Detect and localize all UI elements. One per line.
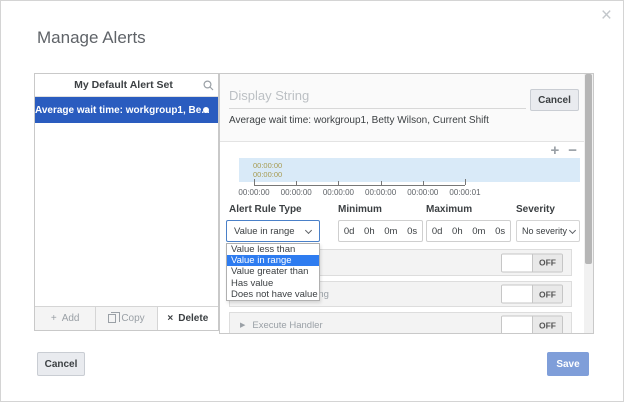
menu-option[interactable]: Has value: [227, 278, 319, 289]
tick-label: 00:00:00: [238, 188, 269, 197]
ruler-tick: [338, 181, 339, 185]
close-icon[interactable]: ×: [601, 6, 612, 25]
zoom-in-icon[interactable]: +: [550, 143, 559, 158]
toggle-switch[interactable]: OFF: [501, 316, 563, 335]
rule-type-label: Alert Rule Type: [229, 204, 302, 215]
min-minutes-field[interactable]: 0m: [384, 226, 397, 237]
toggle-knob: [502, 286, 533, 303]
menu-option[interactable]: Value less than: [227, 244, 319, 255]
delete-button[interactable]: × Delete: [158, 307, 218, 330]
toggle-state-label: OFF: [533, 254, 562, 271]
copy-icon: [108, 314, 116, 323]
input-underline: [229, 108, 526, 109]
action-row-label: Execute Handler: [252, 320, 322, 331]
save-button[interactable]: Save: [547, 352, 589, 376]
alert-list-item-label: Average wait time: workgroup1, Be...: [35, 105, 218, 116]
alert-set-title: My Default Alert Set: [35, 79, 198, 91]
toggle-state-label: OFF: [533, 317, 562, 334]
max-hours-field[interactable]: 0h: [452, 226, 463, 237]
maximum-label: Maximum: [426, 204, 472, 215]
alert-set-panel: My Default Alert Set Average wait time: …: [34, 73, 219, 331]
min-hours-field[interactable]: 0h: [364, 226, 375, 237]
chevron-down-icon: [305, 226, 312, 233]
copy-button[interactable]: Copy: [96, 307, 157, 330]
max-minutes-field[interactable]: 0m: [472, 226, 485, 237]
plus-icon: +: [51, 313, 57, 324]
x-icon: ×: [167, 313, 173, 324]
toggle-switch[interactable]: OFF: [501, 253, 563, 272]
search-icon[interactable]: [198, 80, 218, 91]
tick-label: 00:00:00: [407, 188, 438, 197]
add-button[interactable]: + Add: [35, 307, 96, 330]
timeline-tick-labels: 00:00:00 00:00:00 00:00:00 00:00:00 00:0…: [254, 188, 465, 198]
ruler-tick: [296, 181, 297, 185]
min-days-field[interactable]: 0d: [344, 226, 355, 237]
scrollbar-track[interactable]: [584, 74, 593, 333]
copy-button-label: Copy: [121, 313, 144, 324]
range-start-value: 00:00:00: [253, 161, 580, 170]
delete-button-label: Delete: [178, 313, 208, 324]
disclosure-triangle-icon[interactable]: ▶: [240, 321, 245, 329]
dialog-title: Manage Alerts: [37, 28, 146, 48]
min-seconds-field[interactable]: 0s: [407, 226, 417, 237]
display-string-header: Display String Cancel Average wait time:…: [220, 74, 584, 142]
cancel-button[interactable]: Cancel: [37, 352, 85, 376]
chevron-down-icon: [569, 226, 576, 233]
max-seconds-field[interactable]: 0s: [495, 226, 505, 237]
toggle-state-label: OFF: [533, 286, 562, 303]
severity-label: Severity: [516, 204, 555, 215]
display-string-input[interactable]: Display String: [229, 88, 309, 103]
menu-option[interactable]: Value greater than: [227, 266, 319, 277]
ruler-tick: [423, 181, 424, 185]
execute-handler-row: ▶ Execute Handler OFF: [229, 312, 572, 334]
tick-label: 00:00:00: [365, 188, 396, 197]
max-days-field[interactable]: 0d: [432, 226, 443, 237]
selected-dot-icon: [203, 107, 209, 113]
minimum-label: Minimum: [338, 204, 382, 215]
severity-select[interactable]: No severity: [516, 220, 580, 242]
rule-type-dropdown-menu: Value less than Value in range Value gre…: [226, 243, 320, 301]
range-end-value: 00:00:00: [253, 170, 580, 179]
tick-label: 00:00:00: [281, 188, 312, 197]
zoom-out-icon[interactable]: −: [568, 143, 577, 158]
timeline-zoom-controls: + −: [550, 143, 577, 158]
severity-selected-value: No severity: [517, 226, 570, 236]
timeline-ruler: [254, 180, 465, 186]
alert-editor-panel: Display String Cancel Average wait time:…: [219, 73, 594, 334]
editor-cancel-button[interactable]: Cancel: [530, 89, 579, 111]
timeline-range-values: 00:00:00 00:00:00: [239, 158, 580, 179]
add-button-label: Add: [62, 313, 80, 324]
menu-option[interactable]: Does not have value: [227, 289, 319, 300]
toggle-knob: [502, 254, 533, 271]
scrollbar-thumb[interactable]: [585, 74, 592, 264]
toggle-knob: [502, 317, 533, 334]
rule-type-select[interactable]: Value in range: [226, 220, 320, 242]
maximum-duration-input[interactable]: 0d 0h 0m 0s: [426, 220, 511, 242]
tick-label: 00:00:00: [323, 188, 354, 197]
tick-label: 00:00:01: [449, 188, 480, 197]
rule-type-selected-value: Value in range: [227, 226, 306, 237]
manage-alerts-dialog: × Manage Alerts My Default Alert Set Ave…: [0, 0, 624, 402]
alert-set-actions: + Add Copy × Delete: [35, 306, 218, 330]
toggle-switch[interactable]: OFF: [501, 285, 563, 304]
ruler-tick: [254, 179, 255, 185]
timeline-range-band[interactable]: 00:00:00 00:00:00: [239, 158, 580, 182]
ruler-tick: [381, 181, 382, 185]
alert-set-header: My Default Alert Set: [35, 74, 218, 97]
minimum-duration-input[interactable]: 0d 0h 0m 0s: [338, 220, 423, 242]
alert-list-item[interactable]: Average wait time: workgroup1, Be...: [35, 97, 218, 123]
menu-option-selected[interactable]: Value in range: [227, 255, 319, 266]
display-string-value: Average wait time: workgroup1, Betty Wil…: [229, 115, 489, 126]
ruler-tick: [465, 179, 466, 185]
